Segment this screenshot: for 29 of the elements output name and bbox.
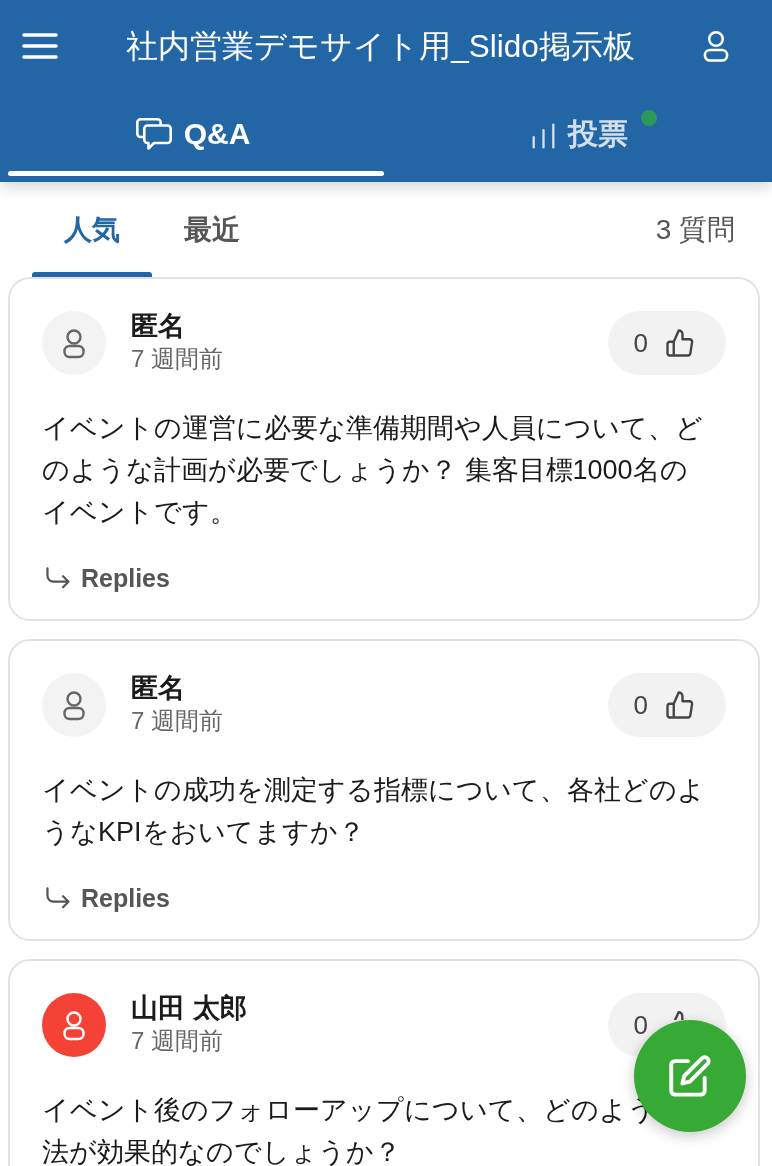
menu-button[interactable]: [22, 33, 58, 59]
post-time: 7 週間前: [131, 706, 223, 736]
reply-arrow-icon: [45, 567, 71, 589]
edit-icon: [669, 1055, 711, 1097]
page-title: 社内営業デモサイト用_Slido掲示板: [125, 27, 636, 66]
sort-tab[interactable]: 人気: [32, 182, 152, 277]
thumbs-up-icon: [666, 329, 694, 357]
author-name: 匿名: [131, 310, 186, 342]
chat-bubbles-icon: [135, 118, 172, 150]
menu-icon: [22, 33, 58, 59]
author-name: 山田 太郎: [131, 992, 247, 1024]
nav-tab[interactable]: 投票: [386, 92, 772, 176]
user-icon: [703, 30, 729, 62]
reply-arrow-icon: [45, 887, 71, 909]
nav-tab[interactable]: Q&A: [0, 92, 386, 176]
post-time: 7 週間前: [131, 1026, 224, 1056]
author-name: 匿名: [131, 672, 186, 704]
replies-button[interactable]: Replies: [42, 883, 170, 913]
post-time: 7 週間前: [131, 344, 223, 374]
question-text: イベントの運営に必要な準備期間や人員について、どのような計画が必要でしょうか？ 集客目標1000名のイベントです。: [42, 412, 704, 529]
question-count: 3 質問: [655, 212, 735, 247]
thumbs-up-icon: [666, 691, 694, 719]
account-button[interactable]: [703, 30, 729, 62]
sort-tab[interactable]: 最近: [152, 182, 272, 277]
replies-button[interactable]: Replies: [42, 563, 170, 593]
thumbs-up-icon: [674, 1011, 684, 1020]
upvote-button[interactable]: 0: [607, 673, 726, 737]
question-text: イベントの成功を測定する指標について、各社どのようなKPIをおいてますか？: [42, 774, 706, 849]
upvote-button[interactable]: 0: [607, 311, 726, 375]
